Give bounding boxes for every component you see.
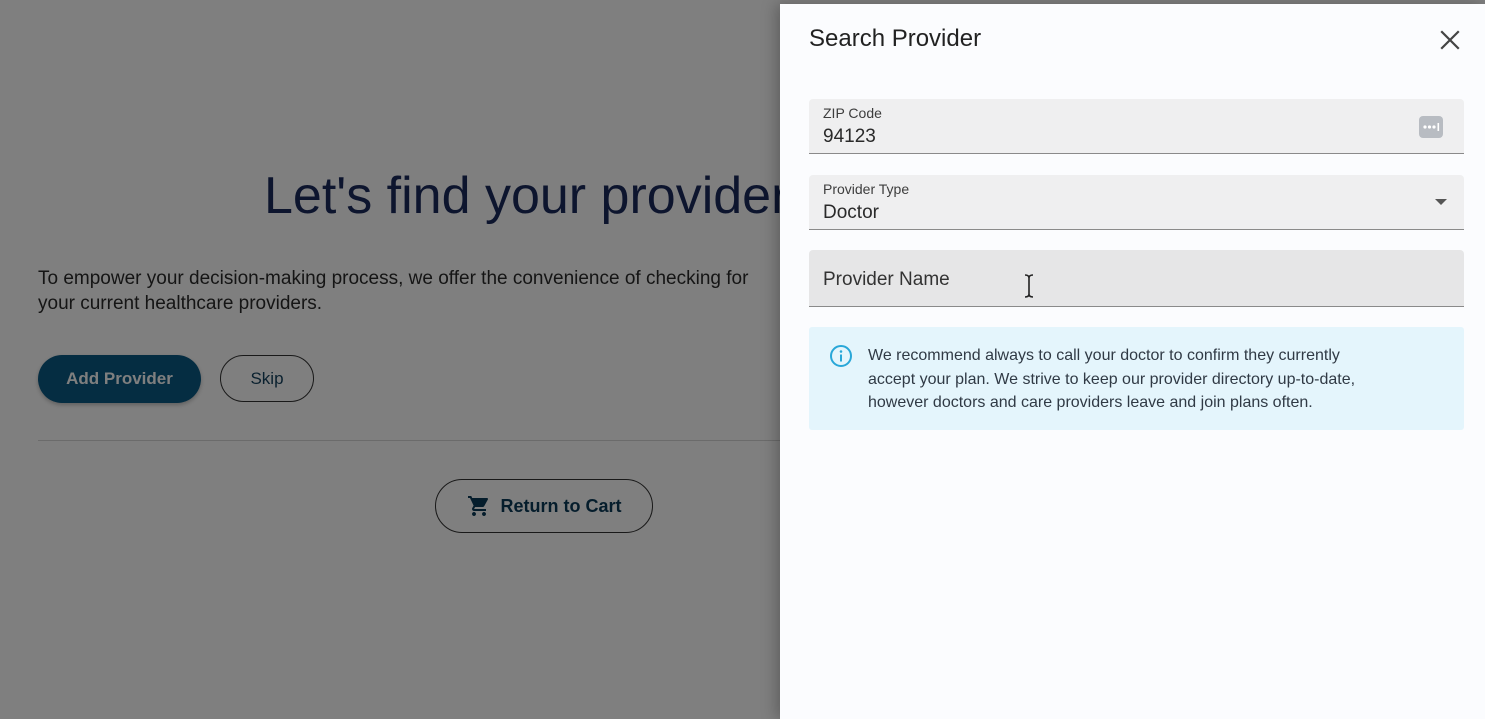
autofill-ellipsis-icon[interactable] — [1418, 115, 1444, 139]
text-cursor-icon — [1024, 274, 1034, 298]
provider-name-field[interactable]: Provider Name — [809, 250, 1464, 307]
close-button[interactable] — [1436, 26, 1464, 54]
provider-type-value: Doctor — [823, 202, 879, 223]
zip-code-input[interactable] — [823, 126, 1383, 148]
info-text-line: however doctors and care providers leave… — [868, 394, 1313, 411]
zip-code-field[interactable]: ZIP Code — [809, 99, 1464, 154]
info-notice: We recommend always to call your doctor … — [809, 327, 1464, 430]
dropdown-caret-icon — [1435, 199, 1447, 205]
provider-type-select[interactable]: Provider Type Doctor — [809, 175, 1464, 230]
info-icon — [830, 345, 852, 367]
search-provider-drawer: Search Provider ZIP Code Provider Type D… — [780, 4, 1485, 719]
info-text: We recommend always to call your doctor … — [868, 344, 1448, 415]
provider-type-label: Provider Type — [823, 181, 910, 197]
info-text-line: We recommend always to call your doctor … — [868, 347, 1340, 364]
close-icon — [1440, 30, 1460, 50]
zip-code-label: ZIP Code — [823, 105, 882, 121]
provider-name-placeholder: Provider Name — [823, 269, 950, 290]
drawer-title: Search Provider — [809, 25, 982, 52]
info-text-line: accept your plan. We strive to keep our … — [868, 370, 1356, 388]
